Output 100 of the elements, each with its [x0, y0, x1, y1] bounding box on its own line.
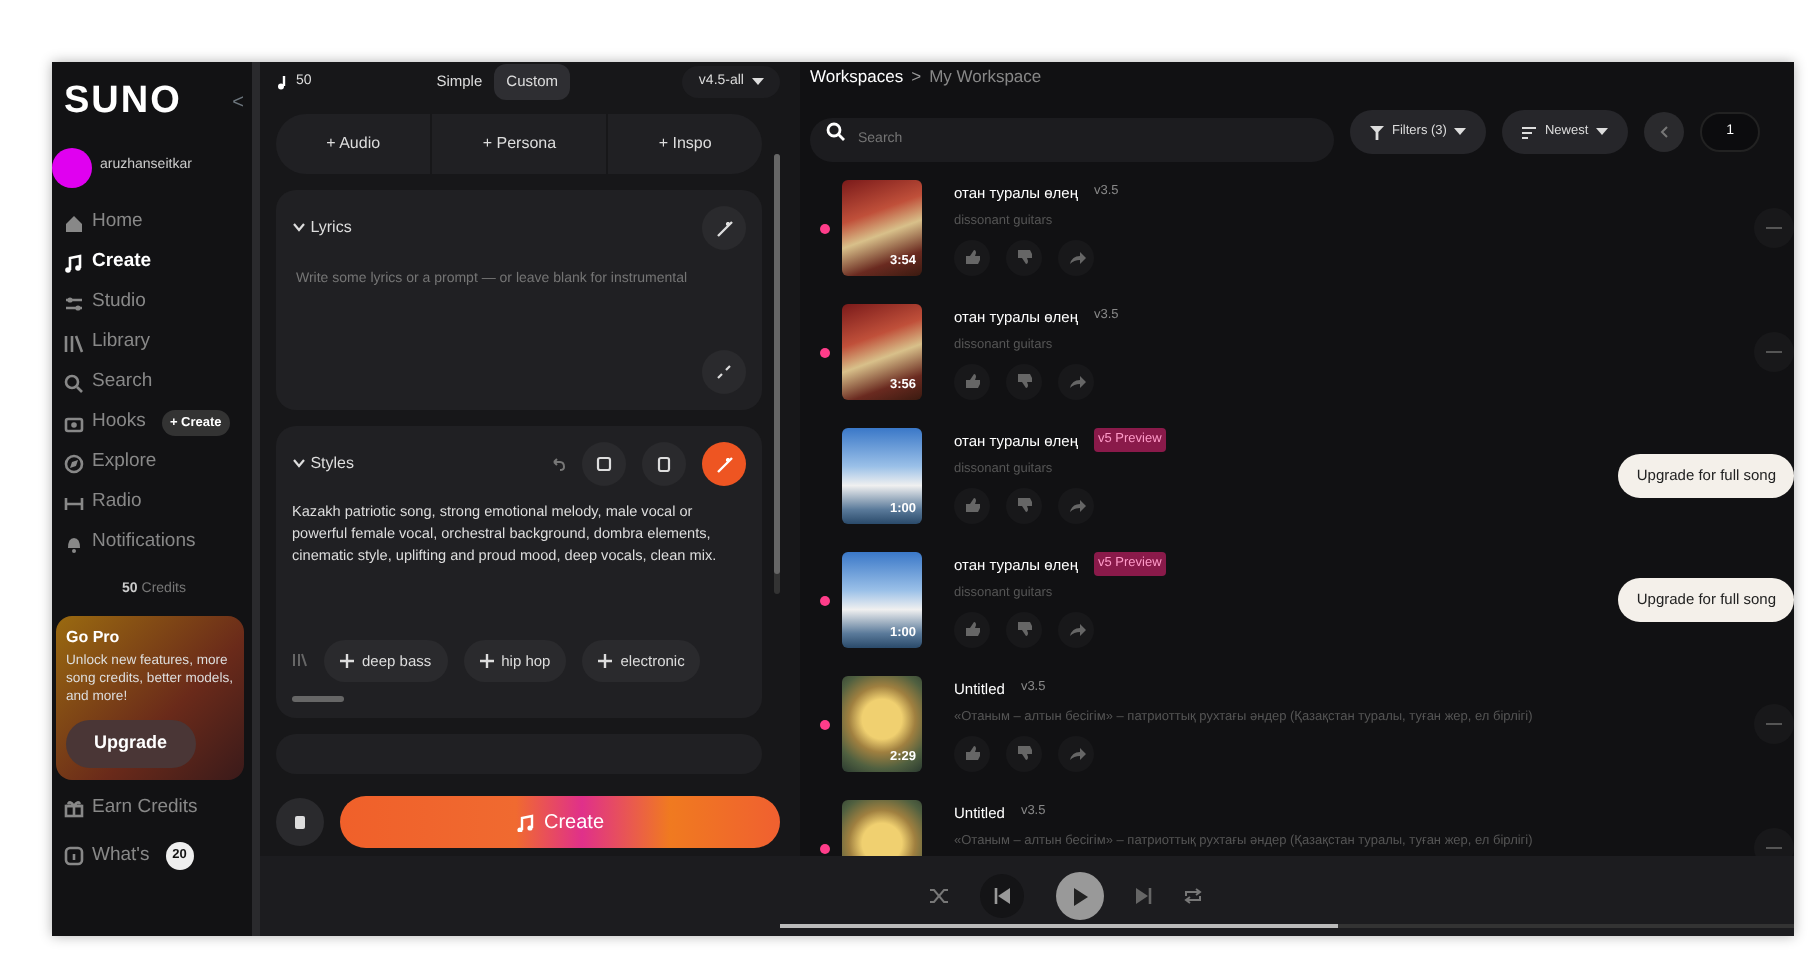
chevron-left-icon: [1660, 126, 1669, 138]
trash-icon: [656, 456, 672, 472]
horizontal-scrollbar[interactable]: [292, 696, 344, 702]
nav-item[interactable]: Notifications: [64, 523, 196, 563]
thumbs-down-icon: [1015, 620, 1033, 639]
thumbs-down-icon: [1015, 248, 1033, 266]
upgrade-button[interactable]: Upgrade: [66, 720, 196, 768]
nav-item[interactable]: What's: [64, 835, 150, 876]
song-action-button[interactable]: [954, 239, 990, 275]
song-action-button[interactable]: [954, 611, 990, 648]
song-action-button[interactable]: [1058, 735, 1094, 771]
share-icon: [1067, 744, 1085, 762]
nav-item[interactable]: Home: [64, 203, 143, 243]
share-icon: [1067, 372, 1085, 390]
shuffle-icon[interactable]: [930, 888, 948, 904]
caret-icon: [1596, 128, 1609, 136]
section-toggle[interactable]: Lyrics: [292, 216, 352, 240]
delete-button[interactable]: [276, 798, 324, 846]
promo-title: Go Pro: [66, 626, 122, 650]
music-note-icon: [276, 74, 288, 90]
song-action-button[interactable]: [1006, 239, 1042, 275]
delete-button[interactable]: [642, 442, 686, 486]
play-icon: [1072, 887, 1088, 905]
song-action-button[interactable]: [1006, 735, 1042, 771]
radio-icon: [64, 493, 84, 513]
magic-wand-button[interactable]: [702, 442, 746, 486]
nav-item[interactable]: Radio: [64, 483, 142, 523]
nav-item[interactable]: Earn Credits: [64, 787, 198, 828]
magic-wand-icon: [715, 219, 733, 237]
undo-icon[interactable]: [550, 456, 566, 472]
thumbs-up-icon: [963, 744, 981, 762]
share-icon: [1067, 248, 1085, 266]
plus-icon: [479, 653, 494, 668]
magic-wand-button[interactable]: [702, 206, 746, 250]
music-note-icon: [515, 813, 534, 831]
square-icon: [596, 456, 612, 472]
song-action-button[interactable]: [1006, 611, 1042, 648]
play-button[interactable]: [1056, 872, 1104, 920]
chevron-icon: [292, 458, 306, 469]
section-toggle[interactable]: Styles: [292, 452, 355, 476]
next-icon[interactable]: [1136, 888, 1152, 904]
share-icon: [1067, 496, 1085, 515]
previous-icon: [994, 888, 1010, 904]
song-action-button[interactable]: [954, 363, 990, 399]
library-icon: [292, 652, 308, 669]
nav-item[interactable]: Library: [64, 323, 151, 363]
nav-item[interactable]: Studio: [64, 283, 146, 323]
expand-icon: [716, 364, 732, 380]
song-action-button[interactable]: [1006, 363, 1042, 399]
song-action-button[interactable]: [954, 487, 990, 524]
info-icon: [64, 845, 84, 866]
song-action-button[interactable]: [954, 735, 990, 771]
compass-icon: [64, 453, 84, 473]
caret-icon: [1454, 128, 1467, 136]
chevron-icon: [292, 222, 306, 233]
more-button[interactable]: [1754, 828, 1794, 856]
nav-item[interactable]: Create: [64, 243, 152, 283]
song-action-button[interactable]: [1058, 363, 1094, 399]
gift-icon: [64, 797, 84, 818]
collapse-button[interactable]: <: [232, 87, 244, 118]
repeat-icon[interactable]: [1184, 888, 1202, 904]
breadcrumb-link[interactable]: My Workspace: [929, 62, 1042, 90]
breadcrumb-separator: >: [911, 64, 922, 90]
create-button[interactable]: Create: [340, 796, 780, 848]
thumbs-up-icon: [963, 496, 981, 515]
nav-item[interactable]: Explore: [64, 443, 157, 483]
add-button[interactable]: + Persona: [430, 114, 607, 174]
search-icon: [826, 122, 846, 142]
library-icon: [64, 333, 84, 353]
filter-icon: [1370, 125, 1384, 139]
song-action-button[interactable]: [1058, 611, 1094, 648]
thumbs-up-icon: [963, 620, 981, 639]
magic-wand-icon: [715, 455, 733, 473]
trash-icon: [292, 814, 308, 830]
vertical-scrollbar[interactable]: [774, 154, 780, 594]
plus-icon: [340, 653, 354, 668]
thumbs-down-icon: [1015, 496, 1033, 515]
breadcrumb-link[interactable]: Workspaces: [810, 62, 904, 90]
previous-track-button[interactable]: [980, 874, 1024, 918]
nav-item[interactable]: Search: [64, 363, 153, 403]
sliders-icon: [64, 293, 84, 313]
thumbs-up-icon: [963, 372, 981, 390]
copy-button[interactable]: [582, 442, 626, 486]
song-action-button[interactable]: [1058, 487, 1094, 524]
avatar[interactable]: [52, 147, 92, 187]
thumbs-down-icon: [1015, 744, 1033, 762]
song-action-button[interactable]: [1006, 487, 1042, 524]
search-icon: [64, 373, 84, 393]
bell-icon: [64, 533, 84, 553]
share-icon: [1067, 620, 1085, 639]
caret-icon: [752, 78, 764, 86]
add-button[interactable]: + Audio: [276, 114, 431, 174]
nav-item[interactable]: Hooks: [64, 403, 146, 443]
add-button[interactable]: + Inspo: [606, 114, 762, 174]
home-icon: [64, 213, 84, 233]
plus-icon: [598, 653, 613, 668]
thumbs-down-icon: [1015, 372, 1033, 390]
logo[interactable]: SUNO: [64, 74, 182, 131]
song-action-button[interactable]: [1058, 239, 1094, 275]
thumbs-up-icon: [963, 248, 981, 266]
